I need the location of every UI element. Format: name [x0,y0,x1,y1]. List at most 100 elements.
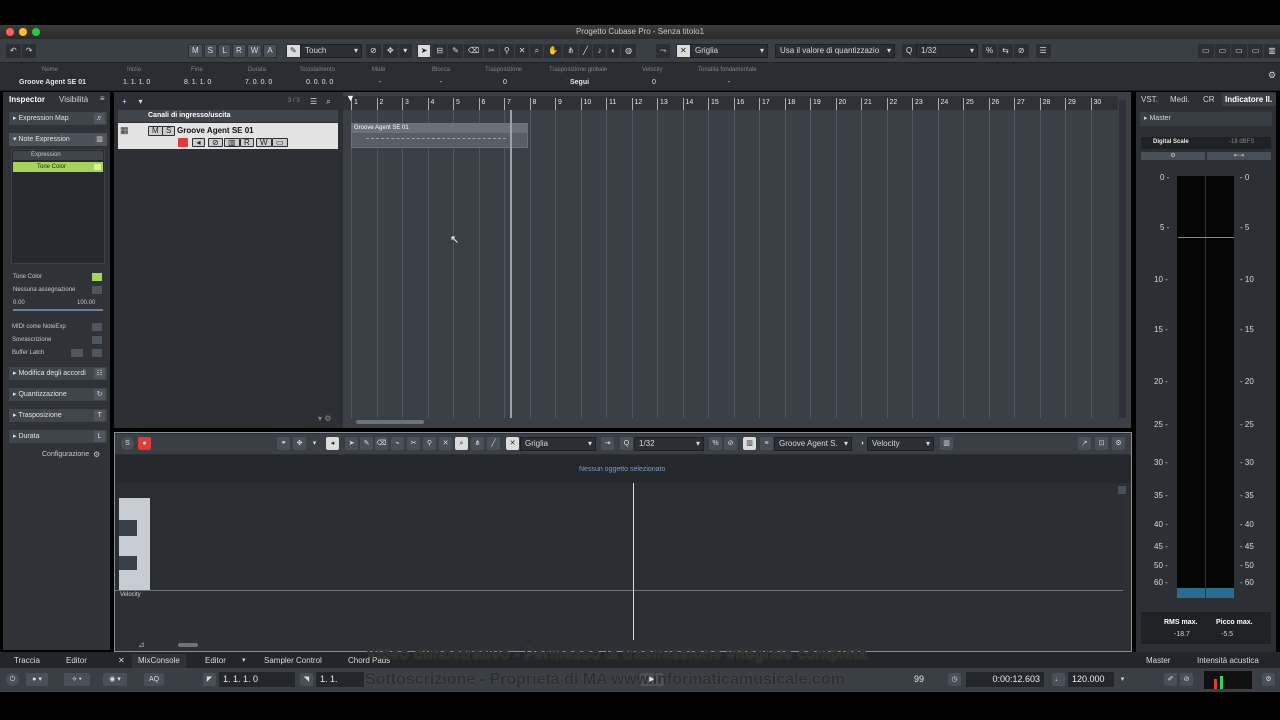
tempo-menu-icon[interactable]: ▾ [1116,673,1129,686]
time-display[interactable]: 0:00:12.603 [966,672,1044,687]
metronome-icon[interactable]: ♩ [1052,673,1065,686]
color-tool-icon[interactable]: ◐ [607,44,621,58]
info-start-value[interactable]: 1. 1. 1. 0 [123,79,150,86]
punch-icon[interactable]: ◉ ▾ [103,673,127,686]
note-grid[interactable] [115,483,1123,589]
learn-icon[interactable] [92,286,102,294]
solo-editor-icon[interactable]: S [121,437,134,450]
tab-mixconsole[interactable]: MixConsole [132,654,186,668]
write-button[interactable]: W [246,44,263,58]
close-window-button[interactable] [6,28,14,36]
folder-track[interactable]: Canali di ingresso/uscita [118,110,338,122]
left-locator-marker[interactable]: ▼ [346,93,355,103]
chord-editing-section[interactable]: ▸ Modifica degli accordi ☷ [9,367,107,380]
ruler-bar-number[interactable]: 15 [708,98,719,110]
pencil-tool-icon[interactable]: ✎ [448,44,463,58]
split-tool-icon[interactable]: ✂ [484,44,499,58]
add-track-button[interactable]: + [118,95,131,109]
track-visibility-icon[interactable]: ☰ [306,95,322,109]
monitor-button[interactable]: ◂ [192,138,205,147]
length-section[interactable]: ▸ Durata L [9,430,107,443]
add-lane-icon[interactable]: ⊿ [138,640,145,649]
editor-scrollbar[interactable] [178,643,198,647]
open-window-icon[interactable]: ↗ [1078,437,1091,450]
automation-mode-select[interactable]: Touch [300,44,362,58]
zoom-tool-icon[interactable]: ⌕ [530,44,544,58]
layout-icon[interactable]: ▥ [1264,44,1280,58]
left-locator-field[interactable]: 1. 1. 1. 0 [219,672,295,687]
info-velocity-value[interactable]: 0 [652,79,656,86]
tab-meter[interactable]: Indicatore Il. [1222,93,1276,106]
digital-scale-value[interactable]: -18 dBFS [1229,139,1254,145]
automation-button[interactable]: A [263,44,277,58]
snap-type-select[interactable]: Griglia [690,44,768,58]
info-name-value[interactable]: Groove Agent SE 01 [19,79,86,86]
edit-instrument-icon[interactable]: ▥ [224,138,240,147]
gear-icon[interactable]: ⚙ [1112,437,1125,450]
trim-tool-icon[interactable]: ⌁ [391,437,404,450]
editor-track-select[interactable]: Groove Agent S. [774,437,852,451]
auto-quantize-button[interactable]: AQ [144,673,164,686]
add-track-menu-icon[interactable]: ▾ [134,95,147,109]
gear-icon[interactable]: ⚙ [93,450,100,459]
solo-button[interactable]: S [162,126,176,136]
tab-editor[interactable]: Editor [199,654,232,667]
quantize-value-select[interactable]: 1/32 [916,44,978,58]
ruler-bar-number[interactable]: 16 [733,98,744,110]
record-in-editor-icon[interactable]: ● [138,437,151,450]
pointer-tool-icon[interactable]: ➤ [416,44,432,58]
read-button[interactable]: R [232,44,246,58]
range-min[interactable]: 0.00 [13,300,25,306]
meter-settings-icon[interactable]: ⚙ [1141,152,1205,160]
editor-quantize-select[interactable]: 1/32 [634,437,704,451]
tempo-field[interactable]: 120.000 [1068,672,1114,687]
left-locator-icon[interactable]: ◤ [203,673,216,686]
checkbox[interactable] [94,164,101,170]
piano-keyboard[interactable] [119,498,150,590]
tab-media[interactable]: Medi. [1170,95,1190,104]
config-button[interactable]: Configurazione [42,451,89,458]
tab-sampler-control[interactable]: Sampler Control [258,654,328,667]
range-tool-icon[interactable]: ⊟ [432,44,448,58]
iterative-quantize-icon[interactable]: % [982,44,998,58]
ruler-bar-number[interactable]: 12 [631,98,642,110]
ruler-bar-number[interactable]: 25 [963,98,974,110]
minimize-window-button[interactable] [19,28,27,36]
ruler-bar-number[interactable]: 21 [861,98,872,110]
glue-tool-icon[interactable]: ⚲ [423,437,436,450]
ruler-bar-number[interactable]: 11 [606,98,616,110]
ruler-bar-number[interactable]: 3 [402,98,409,110]
mute-tool-icon[interactable]: ✕ [439,437,452,450]
mute-button[interactable]: M [148,126,163,136]
record-mode-icon[interactable]: ● ▾ [26,673,48,686]
quantize-reset-icon[interactable]: ⊘ [1013,44,1029,58]
ruler-bar-number[interactable]: 19 [810,98,821,110]
lower-zone-icon[interactable]: ▭ [1214,44,1231,58]
info-global-transpose-value[interactable]: Segui [570,79,589,86]
black-key[interactable] [119,556,137,570]
suspend-icon[interactable]: ⊘ [366,44,381,58]
mute-button[interactable]: M [188,44,203,58]
tab-visibility[interactable]: Visibilità [59,95,88,104]
zoom-reset-icon[interactable] [1118,486,1126,494]
list-item[interactable]: Tone Color [13,162,103,172]
zoom-window-button[interactable] [32,28,40,36]
editor-snap-select[interactable]: Griglia [520,437,596,451]
chevron-down-icon[interactable]: ▾ [236,654,252,667]
tab-track[interactable]: Traccia [8,654,46,667]
snap-toggle-icon[interactable]: ✕ [676,44,691,58]
ruler-bar-number[interactable]: 22 [886,98,897,110]
info-length-value[interactable]: 7. 0. 0. 0 [245,79,272,86]
activate-project-icon[interactable]: ⏻ [6,673,19,686]
right-locator-icon[interactable]: ◥ [300,673,313,686]
ruler-bar-number[interactable]: 8 [529,98,536,110]
meter-reset-icon[interactable]: ⇤⇥ [1207,152,1271,160]
beat-field[interactable]: 99 [910,672,944,687]
midi-as-noteexp-toggle[interactable] [92,323,102,331]
line-tool-icon[interactable]: ⋔ [471,437,484,450]
ruler-bar-number[interactable]: 10 [580,98,591,110]
gear-icon[interactable]: ⚙ [1262,673,1275,686]
expression-map-section[interactable]: ▸ Expression Map ♬ [9,112,107,125]
ruler-bar-number[interactable]: 24 [937,98,948,110]
split-tool-icon[interactable]: ✂ [407,437,420,450]
